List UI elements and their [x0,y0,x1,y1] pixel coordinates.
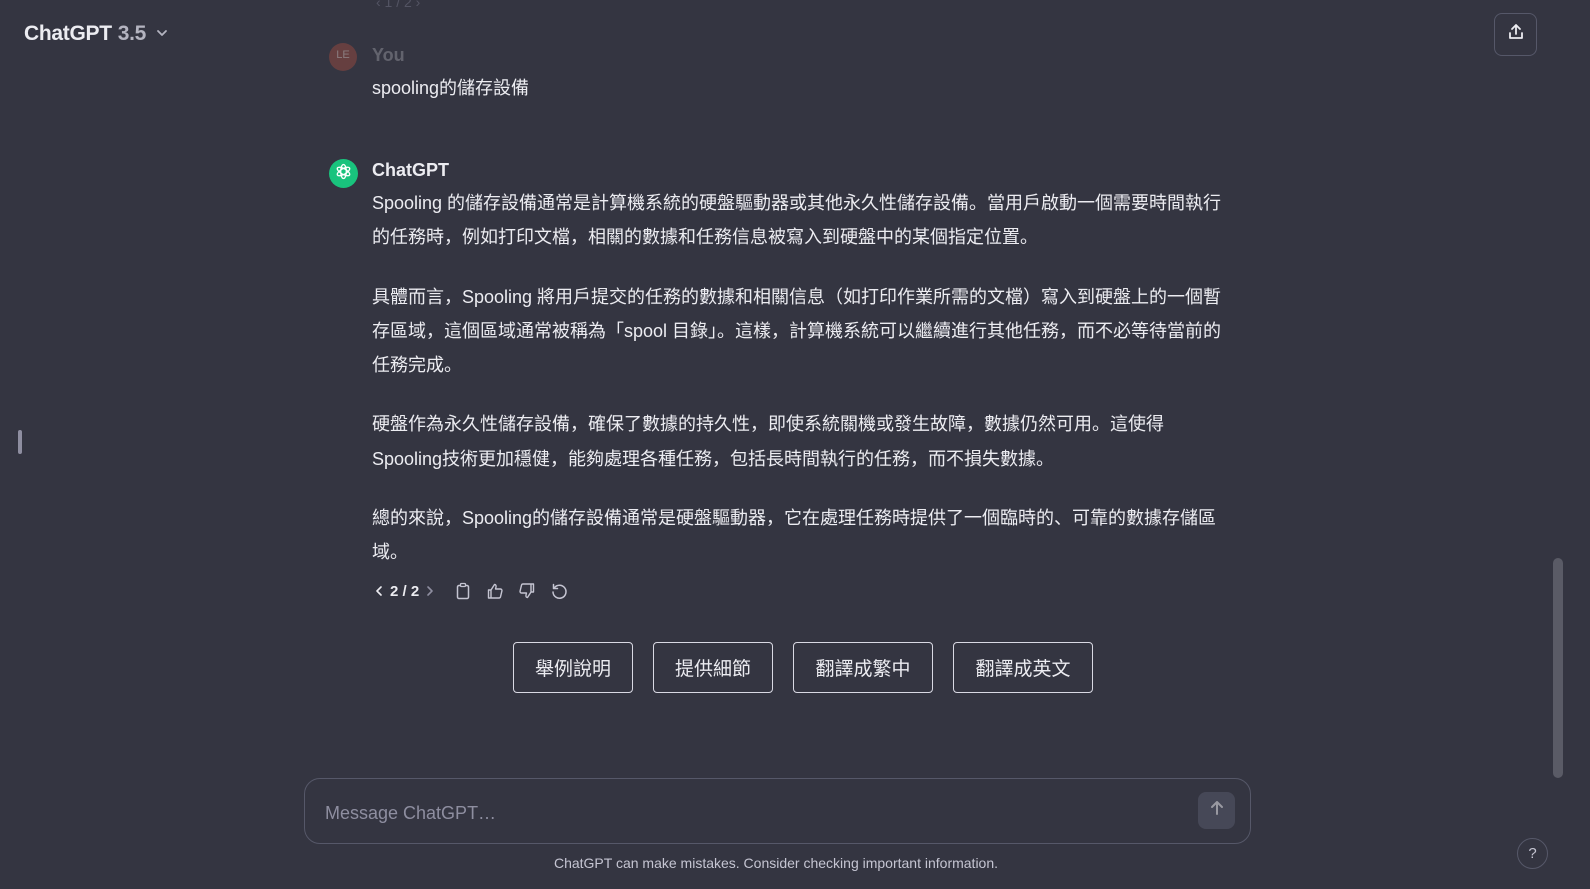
suggestion-translate-tc-button[interactable]: 翻譯成繁中 [793,642,933,693]
previous-message-pager: ‹ 1 / 2 › [376,0,421,10]
previous-response-button[interactable] [372,584,386,598]
suggestion-details-button[interactable]: 提供細節 [653,642,773,693]
chevron-right-icon [427,586,434,596]
assistant-paragraph: 總的來說，Spooling的儲存設備通常是硬盤驅動器，它在處理任務時提供了一個臨… [372,508,1217,563]
copy-button[interactable] [451,579,475,603]
disclaimer-text: ChatGPT can make mistakes. Consider chec… [553,855,999,871]
sidebar-toggle-handle[interactable] [18,430,22,454]
assistant-name: ChatGPT [372,160,450,180]
chevron-down-icon [152,23,170,46]
clipboard-icon [456,582,470,600]
help-button[interactable]: ? [1517,838,1548,869]
regenerate-icon [551,583,567,599]
send-button[interactable] [1198,792,1235,829]
model-version: 3.5 [117,22,147,45]
chevron-left-icon [376,586,382,596]
assistant-paragraph: 硬盤作為永久性儲存設備，確保了數據的持久性，即使系統關機或發生故障，數據仍然可用… [372,414,1164,469]
user-message: spooling的儲存設備 [372,78,530,98]
message-actions: 2 / 2 [372,578,579,604]
assistant-paragraph: Spooling 的儲存設備通常是計算機系統的硬盤驅動器或其他永久性儲存設備。當… [372,193,1222,248]
user-avatar: LE [329,43,357,71]
scrollbar-thumb[interactable] [1553,558,1563,778]
response-pager: 2 / 2 [372,583,437,600]
openai-logo-icon [333,161,354,187]
pager-current: 2 [390,582,399,600]
user-name: You [372,45,405,65]
thumbs-up-button[interactable] [483,579,507,603]
model-name: ChatGPT [24,22,112,45]
next-response-button[interactable] [423,584,437,598]
pager-separator: / [402,582,407,600]
thumbs-down-button[interactable] [515,579,539,603]
model-selector[interactable]: ChatGPT 3.5 [24,22,170,46]
regenerate-button[interactable] [547,579,571,603]
user-avatar-initials: LE [336,49,350,61]
share-button[interactable] [1494,13,1537,56]
suggestion-translate-en-button[interactable]: 翻譯成英文 [953,642,1093,693]
suggestion-example-button[interactable]: 舉例說明 [513,642,633,693]
assistant-paragraph: 具體而言，Spooling 將用戶提交的任務的數據和相關信息（如打印作業所需的文… [372,286,1222,376]
message-composer [304,778,1251,844]
response-pager-count: 2 / 2 [390,583,419,600]
thumbs-down-icon [519,583,535,599]
arrow-up-icon [1208,799,1226,822]
assistant-avatar [329,159,358,188]
thumbs-up-icon [488,583,503,599]
share-icon [1506,22,1526,47]
assistant-message: Spooling 的儲存設備通常是計算機系統的硬盤驅動器或其他永久性儲存設備。當… [372,186,1230,570]
pager-total: 2 [410,582,420,600]
message-input[interactable] [323,800,1167,826]
chat-window: ChatGPT 3.5 ‹ 1 / 2 › LE You spooling的儲存… [0,0,1590,889]
